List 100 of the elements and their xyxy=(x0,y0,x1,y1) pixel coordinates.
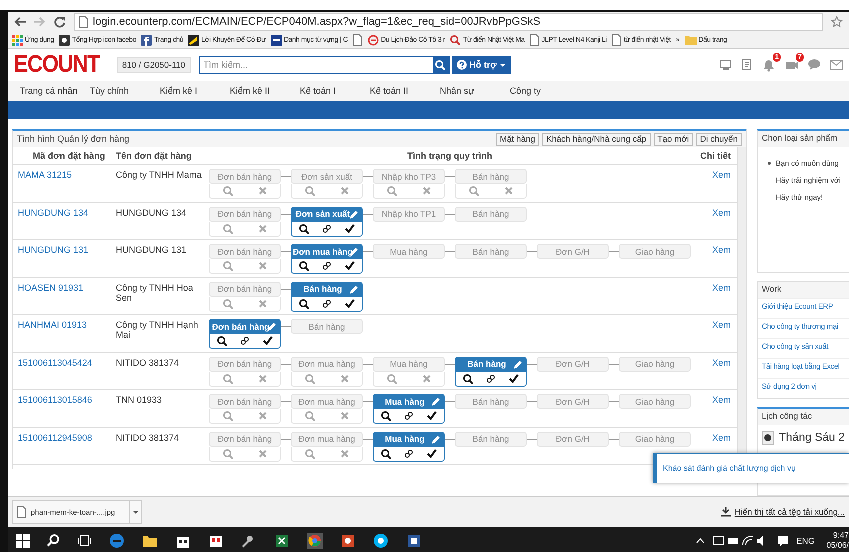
order-code-link[interactable]: 151006113015846 xyxy=(13,390,113,426)
chat-app-icon[interactable] xyxy=(373,532,389,548)
process-step[interactable]: Bán hàng xyxy=(455,356,527,372)
check-icon[interactable] xyxy=(427,411,438,421)
check-icon[interactable] xyxy=(263,336,274,346)
toolbar-button[interactable]: Mặt hàng xyxy=(496,132,540,146)
edge-icon[interactable] xyxy=(109,532,125,548)
order-code-link[interactable]: 151006113045424 xyxy=(13,352,113,389)
logo[interactable]: ECOUNT xyxy=(14,51,100,79)
process-step[interactable]: Bán hàng xyxy=(291,282,363,296)
search-icon[interactable] xyxy=(47,534,61,548)
process-step[interactable]: Đơn bán hàng xyxy=(209,394,281,409)
process-step[interactable]: Đơn bán hàng xyxy=(209,244,281,259)
process-step[interactable]: Mua hàng xyxy=(373,356,445,372)
slides-icon[interactable] xyxy=(340,532,356,548)
chevron-up-icon[interactable] xyxy=(696,538,705,544)
process-step[interactable]: Giao hàng xyxy=(619,244,691,259)
check-icon[interactable] xyxy=(345,224,356,234)
bookmark-star-icon[interactable] xyxy=(831,16,843,28)
process-step[interactable]: Giao hàng xyxy=(619,432,691,446)
notification-icon[interactable] xyxy=(776,534,789,546)
process-step[interactable]: Đơn mua hàng xyxy=(291,394,363,409)
back-icon[interactable] xyxy=(14,16,26,28)
process-step[interactable]: Đơn bán hàng xyxy=(209,206,281,222)
process-step[interactable]: Đơn bán hàng xyxy=(209,319,281,334)
process-step[interactable]: Bán hàng xyxy=(455,244,527,259)
reload-icon[interactable] xyxy=(54,16,66,28)
detail-link[interactable]: Xem xyxy=(697,240,737,276)
document-app-icon[interactable] xyxy=(406,532,422,548)
process-step[interactable]: Mua hàng xyxy=(373,394,445,409)
spreadsheet-icon[interactable] xyxy=(274,532,290,548)
link-icon[interactable] xyxy=(322,261,332,271)
detail-link[interactable]: Xem xyxy=(697,202,737,239)
detail-link[interactable]: Xem xyxy=(697,352,737,389)
task-view-icon[interactable] xyxy=(78,534,92,548)
process-step[interactable]: Giao hàng xyxy=(619,394,691,409)
address-bar[interactable]: login.ecounterp.com/ECMAIN/ECP/ECP040M.aspx?w_flag=1&ec_req_sid=00JRvbPpGSkS xyxy=(74,13,823,31)
help-button[interactable]: Hỗ trợ xyxy=(452,56,511,74)
detail-link[interactable]: Xem xyxy=(697,165,737,202)
previous-month-button[interactable] xyxy=(762,431,774,445)
search-icon[interactable] xyxy=(462,374,473,384)
menu-item[interactable]: Kiểm kê I xyxy=(160,86,230,96)
process-step[interactable]: Đơn bán hàng xyxy=(209,432,281,446)
search-field[interactable]: Tìm kiếm... xyxy=(198,56,450,74)
process-step[interactable]: Giao hàng xyxy=(619,356,691,372)
order-code-link[interactable]: MAMA 31215 xyxy=(13,165,113,202)
check-icon[interactable] xyxy=(427,448,438,458)
process-step[interactable]: Đơn mua hàng xyxy=(291,356,363,372)
process-step[interactable]: Đơn bán hàng xyxy=(209,169,281,184)
process-step[interactable]: Đơn mua hàng xyxy=(291,432,363,446)
process-step[interactable]: Mua hàng xyxy=(373,432,445,446)
menu-item[interactable]: Kế toán I xyxy=(300,86,370,96)
menu-item[interactable]: Công ty xyxy=(510,86,580,96)
toolbar-button[interactable]: Tạo mới xyxy=(654,132,694,146)
process-step[interactable]: Đơn sản xuất xyxy=(291,206,363,222)
link-icon[interactable] xyxy=(404,448,414,458)
search-icon[interactable] xyxy=(298,298,309,308)
menu-item[interactable]: Nhân sự xyxy=(440,86,510,96)
search-icon[interactable] xyxy=(298,261,309,271)
order-code-link[interactable]: HUNGDUNG 131 xyxy=(13,240,113,276)
check-icon[interactable] xyxy=(345,298,356,308)
search-icon[interactable] xyxy=(216,336,227,346)
order-code-link[interactable]: HOASEN 91931 xyxy=(13,278,113,314)
detail-link[interactable]: Xem xyxy=(697,315,737,352)
process-step[interactable]: Đơn bán hàng xyxy=(209,356,281,372)
link-icon[interactable] xyxy=(404,411,414,421)
language-indicator[interactable]: ENG xyxy=(796,536,815,546)
detail-link[interactable]: Xem xyxy=(697,278,737,314)
survey-toast[interactable]: Khảo sát đánh giá chất lượng dịch vụ xyxy=(653,453,849,483)
process-step[interactable]: Đơn G/H xyxy=(537,432,609,446)
search-icon[interactable] xyxy=(380,448,391,458)
process-step[interactable]: Bán hàng xyxy=(291,319,363,334)
link-icon[interactable] xyxy=(486,374,496,384)
browser-icon[interactable] xyxy=(307,532,323,548)
process-step[interactable]: Đơn bán hàng xyxy=(209,282,281,296)
process-step[interactable]: Mua hàng xyxy=(373,244,445,259)
mail-icon[interactable] xyxy=(830,60,843,70)
link-icon[interactable] xyxy=(240,336,250,346)
process-step[interactable]: Bán hàng xyxy=(455,169,527,184)
menu-item[interactable]: Kế toán II xyxy=(370,86,440,96)
search-icon[interactable] xyxy=(380,411,391,421)
toolbar-button[interactable]: Di chuyển xyxy=(696,132,742,146)
link-icon[interactable] xyxy=(322,298,332,308)
process-step[interactable]: Nhập kho TP3 xyxy=(373,169,445,184)
order-code-link[interactable]: 151006112945908 xyxy=(13,428,113,464)
document-icon[interactable] xyxy=(741,59,753,71)
menu-item[interactable]: Kiểm kê II xyxy=(230,86,300,96)
menu-item[interactable]: Trang cá nhân xyxy=(20,86,90,96)
process-step[interactable]: Bán hàng xyxy=(455,206,527,222)
process-step[interactable]: Đơn G/H xyxy=(537,244,609,259)
windows-start-icon[interactable] xyxy=(16,534,30,548)
download-menu-button[interactable] xyxy=(130,500,142,524)
search-button[interactable] xyxy=(432,57,449,73)
chat-icon[interactable] xyxy=(808,59,821,71)
process-step[interactable]: Đơn G/H xyxy=(537,356,609,372)
process-step[interactable]: Đơn G/H xyxy=(537,394,609,409)
order-code-link[interactable]: HUNGDUNG 134 xyxy=(13,202,113,239)
detail-link[interactable]: Xem xyxy=(697,390,737,426)
process-step[interactable]: Đơn sản xuất xyxy=(291,169,363,184)
process-step[interactable]: Bán hàng xyxy=(455,432,527,446)
